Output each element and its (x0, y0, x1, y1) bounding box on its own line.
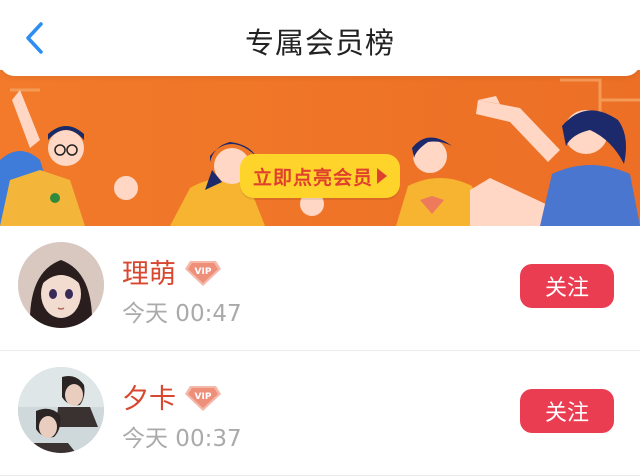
follow-button[interactable]: 关注 (520, 389, 614, 433)
page-title: 专属会员榜 (244, 26, 395, 60)
avatar[interactable] (18, 242, 104, 328)
member-list: 理萌 VIP 今天 00:47 关注 夕卡 VIP 今天 00:37 关注 (0, 226, 640, 476)
name-row: 夕卡 VIP (122, 377, 222, 416)
play-arrow-icon (377, 168, 387, 184)
cta-button[interactable]: 立即点亮会员 (240, 154, 400, 198)
vip-badge-text: VIP (195, 267, 212, 277)
vip-badge-icon: VIP (185, 260, 221, 286)
member-name[interactable]: 夕卡 (122, 377, 176, 416)
banner-illustration (0, 70, 640, 226)
vip-badge-text: VIP (195, 392, 212, 402)
header-bar: 专属会员榜 (0, 0, 640, 76)
promo-banner[interactable]: 立即点亮会员 (0, 70, 640, 226)
member-name[interactable]: 理萌 (122, 252, 176, 291)
avatar-anime-girl (18, 242, 104, 328)
follow-button[interactable]: 关注 (520, 264, 614, 308)
avatar[interactable] (18, 367, 104, 453)
avatar-photo (18, 367, 104, 453)
timestamp: 今天 00:37 (122, 426, 242, 452)
vip-badge-icon: VIP (185, 385, 221, 411)
name-row: 理萌 VIP (122, 252, 222, 291)
list-item[interactable]: 夕卡 VIP 今天 00:37 关注 (0, 351, 640, 476)
list-item[interactable]: 理萌 VIP 今天 00:47 关注 (0, 226, 640, 351)
cta-label: 立即点亮会员 (252, 166, 373, 189)
timestamp: 今天 00:47 (122, 301, 242, 327)
